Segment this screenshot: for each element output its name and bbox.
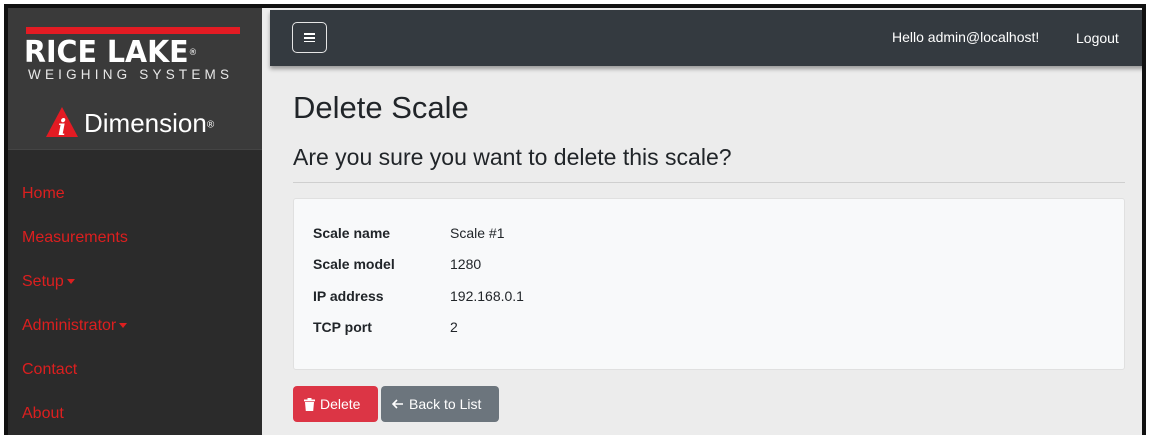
- product-name: Dimension®: [84, 107, 215, 138]
- top-navbar: Hello admin@localhost! Logout: [270, 10, 1142, 66]
- menu-toggle-button[interactable]: [292, 22, 327, 53]
- detail-label: IP address: [313, 288, 384, 304]
- product-logo: i Dimension®: [44, 103, 214, 143]
- sidebar-item-measurements[interactable]: Measurements: [8, 216, 262, 260]
- sidebar-item-home[interactable]: Home: [8, 172, 262, 216]
- app-frame: RICE LAKE® WEIGHING SYSTEMS i Dimension®…: [4, 4, 1146, 435]
- trash-icon: [304, 397, 315, 411]
- menu-icon: [304, 33, 315, 42]
- divider: [293, 182, 1125, 183]
- caret-down-icon: [66, 279, 75, 285]
- page-title: Delete Scale: [293, 90, 469, 125]
- caret-down-icon: [119, 323, 128, 329]
- sidebar-item-about[interactable]: About: [8, 392, 262, 435]
- back-to-list-button[interactable]: Back to List: [381, 386, 499, 422]
- brand-logo: RICE LAKE®: [24, 35, 198, 70]
- back-button-label: Back to List: [409, 396, 482, 412]
- detail-label: TCP port: [313, 319, 372, 335]
- brand-tagline: WEIGHING SYSTEMS: [28, 67, 234, 82]
- logout-link[interactable]: Logout: [1076, 30, 1119, 46]
- logo-area: RICE LAKE® WEIGHING SYSTEMS i Dimension®: [8, 8, 262, 150]
- brand-name: RICE LAKE: [24, 35, 189, 70]
- sidebar-item-administrator[interactable]: Administrator: [8, 304, 262, 348]
- detail-value: 2: [450, 319, 458, 335]
- confirm-question: Are you sure you want to delete this sca…: [293, 144, 732, 170]
- scale-details-card: Scale name Scale #1 Scale model 1280 IP …: [293, 198, 1125, 370]
- detail-value: 1280: [450, 256, 482, 272]
- detail-value: 192.168.0.1: [450, 288, 524, 304]
- svg-text:i: i: [58, 115, 66, 141]
- detail-value: Scale #1: [450, 225, 505, 241]
- arrow-left-icon: [392, 399, 404, 409]
- delete-button[interactable]: Delete: [293, 386, 378, 422]
- detail-label: Scale name: [313, 225, 391, 241]
- idimension-icon: i: [46, 107, 78, 141]
- sidebar-item-setup[interactable]: Setup: [8, 260, 262, 304]
- logo-red-bar: [26, 27, 240, 34]
- sidebar: RICE LAKE® WEIGHING SYSTEMS i Dimension®…: [8, 8, 262, 435]
- sidebar-nav: Home Measurements Setup Administrator Co…: [8, 172, 262, 435]
- delete-button-label: Delete: [320, 396, 361, 412]
- sidebar-item-contact[interactable]: Contact: [8, 348, 262, 392]
- user-greeting: Hello admin@localhost!: [892, 29, 1040, 45]
- detail-label: Scale model: [313, 256, 395, 272]
